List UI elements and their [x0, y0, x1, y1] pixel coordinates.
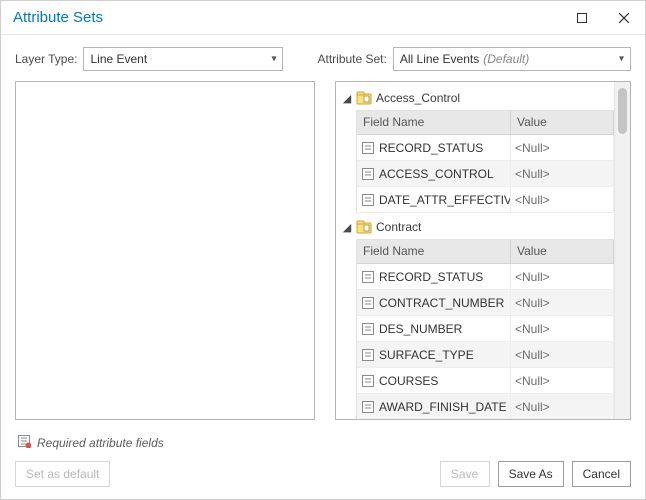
column-header-field[interactable]: Field Name [357, 111, 511, 135]
field-name-cell: COURSES [357, 368, 511, 393]
grid-header-row: Field NameValue [357, 240, 614, 264]
field-name-text: ACCESS_CONTROL [379, 167, 494, 181]
value-cell[interactable]: <Null> [511, 264, 614, 289]
folder-icon [356, 220, 372, 234]
close-button[interactable] [603, 1, 645, 35]
value-cell[interactable]: <Null> [511, 290, 614, 315]
table-row[interactable]: AWARD_FINISH_DATE <Null> [357, 394, 614, 419]
controls-row: Layer Type: Line Event ▾ Attribute Set: … [1, 35, 645, 81]
save-button[interactable]: Save [440, 461, 490, 487]
field-name-cell: DATE_ATTR_EFFECTIVE [357, 187, 511, 212]
field-name-text: RECORD_STATUS [379, 141, 483, 155]
value-cell[interactable]: <Null> [511, 394, 614, 419]
value-cell[interactable]: <Null> [511, 368, 614, 393]
grid-header-row: Field NameValue [357, 111, 614, 135]
attribute-sets-dialog: Attribute Sets Layer Type: Line Event ▾ … [0, 0, 646, 500]
window-title: Attribute Sets [13, 9, 561, 26]
value-cell[interactable]: <Null> [511, 316, 614, 341]
required-icon [17, 434, 31, 451]
attribute-set-label: Attribute Set: [317, 52, 386, 66]
folder-icon [356, 91, 372, 105]
vertical-scrollbar[interactable] [614, 82, 630, 419]
value-cell[interactable]: <Null> [511, 187, 614, 212]
layer-type-dropdown[interactable]: Line Event ▾ [83, 47, 283, 71]
set-default-button[interactable]: Set as default [15, 461, 110, 487]
button-row: Set as default Save Save As Cancel [15, 461, 631, 487]
layer-type-label: Layer Type: [15, 52, 77, 66]
titlebar: Attribute Sets [1, 1, 645, 35]
main-content: ◢Access_ControlField NameValueRECORD_STA… [1, 81, 645, 424]
chevron-down-icon: ▾ [271, 54, 276, 65]
field-icon [361, 348, 375, 362]
field-icon [361, 322, 375, 336]
table-row[interactable]: RECORD_STATUS <Null> [357, 264, 614, 290]
field-name-cell: SURFACE_TYPE [357, 342, 511, 367]
left-list-panel[interactable] [15, 81, 315, 420]
field-name-text: DES_NUMBER [379, 322, 462, 336]
column-header-value[interactable]: Value [511, 240, 614, 264]
column-header-field[interactable]: Field Name [357, 240, 511, 264]
field-name-cell: DES_NUMBER [357, 316, 511, 341]
field-name-text: SURFACE_TYPE [379, 348, 474, 362]
attribute-group: ◢ Contract Field NameValue RECORD_STATUS <Nu… [340, 215, 614, 419]
field-name-cell: AWARD_FINISH_DATE [357, 394, 511, 419]
chevron-down-icon: ▾ [619, 54, 624, 65]
attribute-grid: Field NameValueRECORD_STATUS<Null>ACCESS… [356, 110, 614, 213]
table-row[interactable]: CONTRACT_NUMBER <Null> [357, 290, 614, 316]
required-fields-text: Required attribute fields [37, 436, 164, 450]
attribute-grid: Field NameValueRECORD_STATUS<Null>CONTRA… [356, 239, 614, 419]
field-name-cell: CONTRACT_NUMBER [357, 290, 511, 315]
required-fields-legend: Required attribute fields [15, 430, 631, 461]
field-name-cell: RECORD_STATUS [357, 135, 511, 160]
field-icon [361, 400, 375, 414]
attribute-tree-panel: ◢Access_ControlField NameValueRECORD_STA… [335, 81, 631, 420]
table-row[interactable]: ACCESS_CONTROL <Null> [357, 161, 614, 187]
maximize-button[interactable] [561, 1, 603, 35]
field-name-text: AWARD_FINISH_DATE [379, 400, 507, 414]
field-icon [361, 270, 375, 284]
group-header[interactable]: ◢ Access_Control [340, 86, 614, 110]
field-name-text: DATE_ATTR_EFFECTIVE [379, 193, 511, 207]
disclosure-triangle-icon[interactable]: ◢ [342, 92, 352, 105]
column-header-value[interactable]: Value [511, 111, 614, 135]
attribute-set-dropdown[interactable]: All Line Events (Default) ▾ [393, 47, 631, 71]
table-row[interactable]: COURSES <Null> [357, 368, 614, 394]
field-name-cell: RECORD_STATUS [357, 264, 511, 289]
group-header[interactable]: ◢ Contract [340, 215, 614, 239]
value-cell[interactable]: <Null> [511, 342, 614, 367]
attribute-set-value: All Line Events [400, 52, 479, 66]
table-row[interactable]: DATE_ATTR_EFFECTIVE<Null> [357, 187, 614, 213]
field-icon [361, 296, 375, 310]
table-row[interactable]: DES_NUMBER <Null> [357, 316, 614, 342]
scrollbar-thumb[interactable] [618, 88, 627, 134]
save-as-button[interactable]: Save As [498, 461, 564, 487]
field-icon [361, 374, 375, 388]
table-row[interactable]: SURFACE_TYPE <Null> [357, 342, 614, 368]
disclosure-triangle-icon[interactable]: ◢ [342, 221, 352, 234]
group-title: Contract [376, 220, 421, 234]
field-name-text: COURSES [379, 374, 438, 388]
field-name-text: RECORD_STATUS [379, 270, 483, 284]
value-cell[interactable]: <Null> [511, 161, 614, 186]
field-icon [361, 167, 375, 181]
field-icon [361, 193, 375, 207]
attribute-group: ◢Access_ControlField NameValueRECORD_STA… [340, 86, 614, 213]
field-name-cell: ACCESS_CONTROL [357, 161, 511, 186]
field-name-text: CONTRACT_NUMBER [379, 296, 504, 310]
value-cell[interactable]: <Null> [511, 135, 614, 160]
field-icon [361, 141, 375, 155]
table-row[interactable]: RECORD_STATUS <Null> [357, 135, 614, 161]
attribute-set-default-tag: (Default) [483, 52, 529, 66]
group-title: Access_Control [376, 91, 460, 105]
footer: Required attribute fields Set as default… [1, 424, 645, 499]
cancel-button[interactable]: Cancel [572, 461, 631, 487]
layer-type-value: Line Event [90, 52, 147, 66]
attribute-tree[interactable]: ◢Access_ControlField NameValueRECORD_STA… [336, 82, 614, 419]
